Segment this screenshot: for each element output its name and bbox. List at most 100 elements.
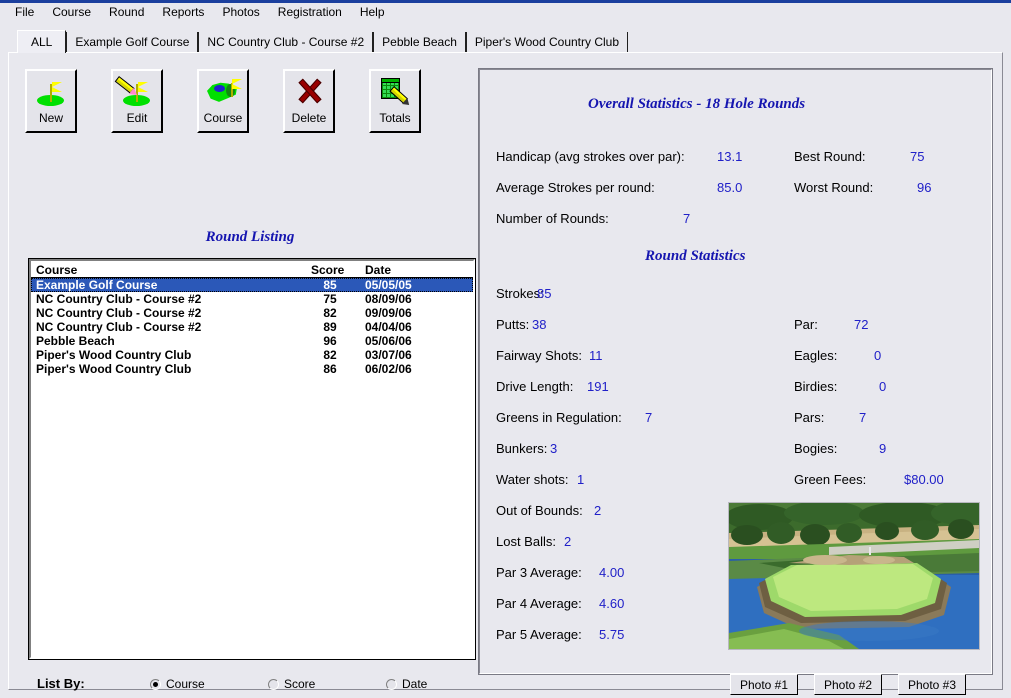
stat-value-green-fees: $80.00 [904,472,944,487]
stat-label-green-fees: Green Fees: [794,472,866,487]
menu-item-course[interactable]: Course [43,4,100,21]
stat-label-water-shots: Water shots: [496,472,568,487]
stat-value-pars: 7 [859,410,866,425]
stat-value-putts: 38 [532,317,546,332]
worst-round-label: Worst Round: [794,180,873,195]
stat-value-par-5-average: 5.75 [599,627,624,642]
table-row[interactable]: Pebble Beach9605/06/06 [31,334,473,348]
handicap-value: 13.1 [717,149,742,164]
course-button[interactable]: Course [197,69,249,133]
best-round-value: 75 [910,149,924,164]
menu-item-photos[interactable]: Photos [213,4,268,21]
cell-course: Example Golf Course [31,278,299,292]
totals-button[interactable]: Totals [369,69,421,133]
stat-value-bogies: 9 [879,441,886,456]
best-round-label: Best Round: [794,149,866,164]
scorecard-pencil-icon [377,75,413,109]
cell-date: 04/04/06 [361,320,461,334]
new-button[interactable]: New [25,69,77,133]
stat-label-out-of-bounds: Out of Bounds: [496,503,583,518]
stat-value-par: 72 [854,317,868,332]
stat-value-eagles: 0 [874,348,881,363]
radio-course-indicator[interactable] [150,679,161,690]
table-row[interactable]: Piper's Wood Country Club8606/02/06 [31,362,473,376]
delete-button[interactable]: Delete [283,69,335,133]
stat-value-bunkers: 3 [550,441,557,456]
red-x-icon [291,75,327,109]
stat-value-greens-in-regulation: 7 [645,410,652,425]
tab-all[interactable]: ALL [17,30,66,53]
menu-item-reports[interactable]: Reports [153,4,213,21]
stat-label-bunkers: Bunkers: [496,441,547,456]
toolbar: New Edit Course [25,69,421,133]
photo-button-3[interactable]: Photo #3 [898,674,966,695]
stat-label-par-3-average: Par 3 Average: [496,565,582,580]
cell-date: 08/09/06 [361,292,461,306]
cell-score: 85 [299,278,361,292]
application-window: FileCourseRoundReportsPhotosRegistration… [0,0,1011,698]
stat-label-greens-in-regulation: Greens in Regulation: [496,410,622,425]
menu-bar: FileCourseRoundReportsPhotosRegistration… [0,3,1011,22]
radio-date[interactable]: Date [386,677,427,691]
round-statistics-title: Round Statistics [645,248,745,265]
handicap-label: Handicap (avg strokes over par): [496,149,685,164]
tab-piper-s-wood-country-club[interactable]: Piper's Wood Country Club [466,32,628,52]
column-header-score: Score [299,263,361,277]
radio-score[interactable]: Score [268,677,315,691]
table-row[interactable]: NC Country Club - Course #28904/04/06 [31,320,473,334]
tab-nc-country-club-course-2[interactable]: NC Country Club - Course #2 [198,32,373,52]
table-row[interactable]: Example Golf Course8505/05/05 [31,278,473,292]
course-map-icon [205,75,241,109]
photo-button-2[interactable]: Photo #2 [814,674,882,695]
stat-label-par: Par: [794,317,818,332]
list-by-label: List By: [37,676,85,691]
cell-score: 86 [299,362,361,376]
menu-item-file[interactable]: File [6,4,43,21]
stat-value-water-shots: 1 [577,472,584,487]
new-button-label: New [39,111,63,125]
menu-item-registration[interactable]: Registration [269,4,351,21]
delete-button-label: Delete [292,111,327,125]
table-row[interactable]: Piper's Wood Country Club8203/07/06 [31,348,473,362]
course-photo-preview[interactable] [728,502,980,650]
cell-course: NC Country Club - Course #2 [31,320,299,334]
course-button-label: Course [204,111,243,125]
tab-example-golf-course[interactable]: Example Golf Course [66,32,198,52]
radio-date-indicator[interactable] [386,679,397,690]
stat-value-strokes: 85 [537,286,551,301]
photo-button-1[interactable]: Photo #1 [730,674,798,695]
stat-value-par-4-average: 4.60 [599,596,624,611]
stat-value-birdies: 0 [879,379,886,394]
overall-statistics-title: Overall Statistics - 18 Hole Rounds [588,96,805,113]
listbox-header: Course Score Date [31,261,473,278]
column-header-course: Course [31,263,299,277]
cell-course: Pebble Beach [31,334,299,348]
tab-pebble-beach[interactable]: Pebble Beach [373,32,466,52]
stat-label-eagles: Eagles: [794,348,837,363]
table-row[interactable]: NC Country Club - Course #27508/09/06 [31,292,473,306]
cell-date: 05/06/06 [361,334,461,348]
statistics-panel: Overall Statistics - 18 Hole Rounds Hand… [479,69,992,674]
stat-label-bogies: Bogies: [794,441,837,456]
stat-label-par-4-average: Par 4 Average: [496,596,582,611]
menu-item-round[interactable]: Round [100,4,153,21]
average-strokes-value: 85.0 [717,180,742,195]
cell-course: Piper's Wood Country Club [31,348,299,362]
cell-course: Piper's Wood Country Club [31,362,299,376]
cell-score: 75 [299,292,361,306]
radio-score-indicator[interactable] [268,679,279,690]
edit-button-label: Edit [127,111,148,125]
round-listing-title: Round Listing [25,229,475,246]
menu-item-help[interactable]: Help [351,4,394,21]
cell-date: 05/05/05 [361,278,461,292]
cell-date: 09/09/06 [361,306,461,320]
stat-label-birdies: Birdies: [794,379,837,394]
table-row[interactable]: NC Country Club - Course #28209/09/06 [31,306,473,320]
worst-round-value: 96 [917,180,931,195]
round-listing-listbox[interactable]: Course Score Date Example Golf Course850… [29,259,475,659]
stat-label-pars: Pars: [794,410,824,425]
column-header-date: Date [361,263,461,277]
golf-green-pencil-icon [119,75,155,109]
edit-button[interactable]: Edit [111,69,163,133]
radio-course[interactable]: Course [150,677,205,691]
